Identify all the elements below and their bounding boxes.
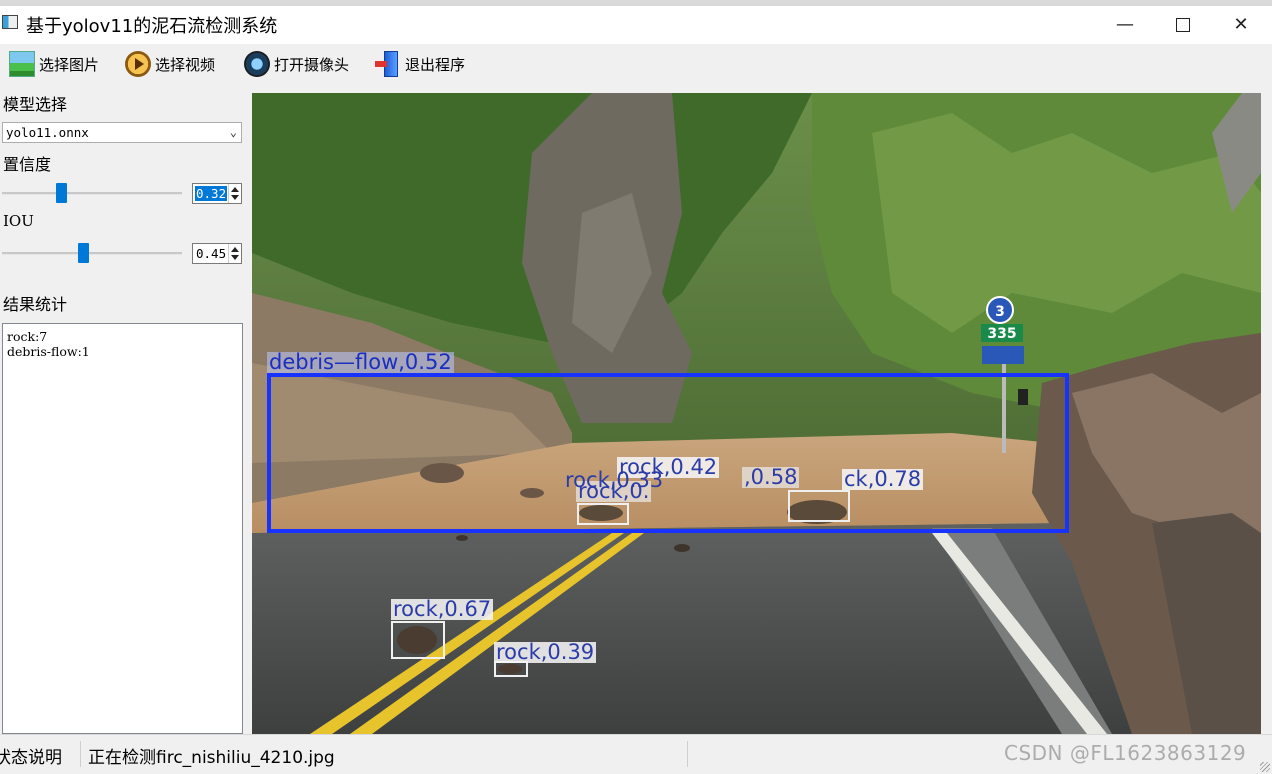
- rock-detection-label: ck,0.78: [842, 467, 924, 491]
- exit-button[interactable]: 退出程序: [375, 48, 465, 80]
- rock-detection-label: rock,0.33: [565, 468, 664, 492]
- slider-track: [2, 192, 182, 195]
- rock-detection-label: ,0.58: [742, 465, 800, 489]
- exit-label: 退出程序: [405, 55, 466, 74]
- maximize-button[interactable]: [1160, 10, 1206, 40]
- slider-handle[interactable]: [78, 243, 89, 263]
- resize-grip-icon[interactable]: [1260, 762, 1270, 772]
- slider-handle[interactable]: [56, 183, 67, 203]
- divider: [80, 741, 81, 767]
- play-icon: [125, 51, 151, 77]
- app-icon: [2, 15, 18, 29]
- debris-flow-detection-label: debris—flow,0.52: [267, 350, 454, 374]
- toolbar: 选择图片 选择视频 打开摄像头 退出程序: [0, 44, 1272, 84]
- title-bar: 基于yolov11的泥石流检测系统 — ✕: [0, 0, 1272, 44]
- confidence-label: 置信度: [3, 155, 52, 174]
- model-select-label: 模型选择: [3, 95, 68, 114]
- slider-track: [2, 252, 182, 255]
- route-number-sign: 3: [995, 304, 1005, 320]
- webcam-icon: [244, 51, 270, 77]
- rock-detection-box: [788, 490, 850, 522]
- status-message: 正在检测firc_nishiliu_4210.jpg: [88, 748, 335, 768]
- divider: [687, 741, 688, 767]
- debris-flow-detection-box: [267, 373, 1069, 533]
- status-bar: 状态说明 正在检测firc_nishiliu_4210.jpg CSDN @FL…: [0, 734, 1272, 774]
- open-camera-button[interactable]: 打开摄像头: [244, 48, 349, 80]
- spin-buttons[interactable]: [228, 244, 241, 263]
- result-line: debris-flow:1: [7, 344, 90, 359]
- watermark: CSDN @FL1623863129: [1004, 741, 1247, 765]
- rock-detection-label: rock,0.67: [391, 597, 494, 621]
- km-marker-sign: 335: [987, 326, 1016, 342]
- exit-door-icon: [375, 51, 401, 77]
- results-label: 结果统计: [3, 295, 68, 314]
- model-select[interactable]: yolo11.onnx ⌄: [2, 122, 242, 143]
- result-line: rock:7: [7, 329, 48, 344]
- open-camera-label: 打开摄像头: [274, 55, 350, 74]
- arrow-down-icon[interactable]: [231, 195, 239, 200]
- iou-label: IOU: [3, 212, 34, 230]
- arrow-down-icon[interactable]: [231, 255, 239, 260]
- arrow-up-icon[interactable]: [231, 187, 239, 192]
- close-button[interactable]: ✕: [1218, 10, 1264, 40]
- spin-buttons[interactable]: [228, 184, 241, 203]
- minimize-button[interactable]: —: [1102, 10, 1148, 40]
- select-image-button[interactable]: 选择图片: [9, 48, 99, 80]
- chevron-down-icon: ⌄: [229, 125, 237, 139]
- select-image-label: 选择图片: [39, 55, 100, 74]
- select-video-label: 选择视频: [155, 55, 216, 74]
- model-select-value: yolo11.onnx: [6, 125, 89, 140]
- iou-slider[interactable]: [2, 243, 182, 265]
- confidence-value: 0.32: [195, 186, 228, 201]
- results-textbox[interactable]: rock:7 debris-flow:1: [2, 323, 243, 734]
- status-label: 状态说明: [0, 748, 62, 768]
- iou-value: 0.45: [196, 246, 227, 261]
- rock-detection-box: [391, 621, 445, 659]
- picture-icon: [9, 51, 35, 77]
- arrow-up-icon[interactable]: [231, 247, 239, 252]
- confidence-slider[interactable]: [2, 183, 182, 205]
- confidence-spinbox[interactable]: 0.32: [192, 183, 242, 204]
- maximize-icon: [1176, 18, 1190, 32]
- select-video-button[interactable]: 选择视频: [125, 48, 215, 80]
- iou-spinbox[interactable]: 0.45: [192, 243, 242, 264]
- rock-detection-label: rock,0.39: [494, 640, 597, 664]
- rock-detection-box: [577, 503, 629, 525]
- detection-image-view: 3 335 debris—flow,0.52 rock,0.42 rock,0.…: [252, 93, 1261, 734]
- window-title: 基于yolov11的泥石流检测系统: [26, 16, 278, 37]
